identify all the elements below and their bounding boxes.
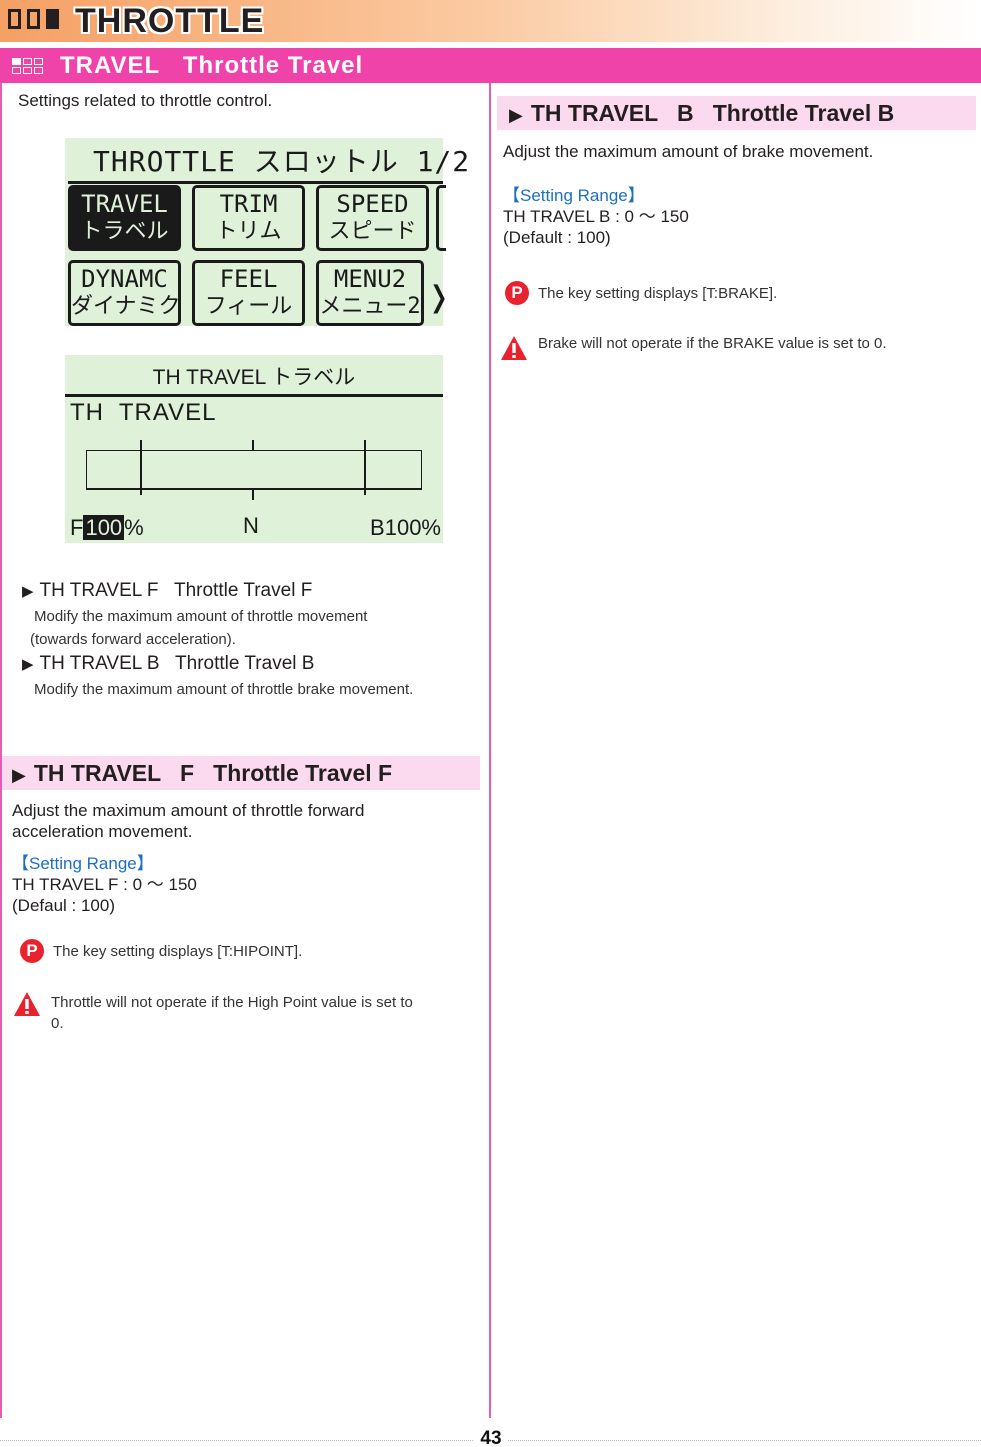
menu-button-trim[interactable]: TRIM トリム	[192, 185, 305, 251]
menu-button-label: FEEL	[219, 265, 278, 293]
section-title: TRAVEL Throttle Travel	[60, 52, 364, 79]
bullet-triangle-icon: ▶	[509, 105, 523, 125]
forward-travel-readout[interactable]: F100%	[70, 515, 144, 541]
menu-button-sublabel: トラベル	[80, 219, 169, 244]
neutral-label: N	[243, 513, 259, 538]
point-icon: P	[505, 281, 529, 305]
travel-f-range: 【Setting Range】 TH TRAVEL F : 0 〜 150 (D…	[12, 853, 482, 916]
range-title: 【Setting Range】	[503, 186, 645, 205]
lcd-menu-title: THROTTLE スロットル 1/2	[93, 145, 471, 178]
menu-button-partial[interactable]	[436, 185, 446, 251]
neutral-tick-top	[252, 440, 254, 450]
grid-cell-icon	[34, 58, 43, 65]
bullet-heading-text: TH TRAVEL B Throttle Travel B	[39, 653, 315, 674]
list-item-heading: ▶ TH TRAVEL F Throttle Travel F	[22, 578, 482, 605]
list-item-desc: Modify the maximum amount of throttle mo…	[22, 605, 482, 651]
lcd-divider	[65, 394, 443, 397]
grid-cell-icon	[23, 58, 32, 65]
page-number: 43	[474, 1428, 508, 1447]
list-item-heading: ▶ TH TRAVEL B Throttle Travel B	[22, 651, 482, 678]
lcd-divider	[68, 181, 443, 184]
square-filled-icon	[46, 9, 59, 29]
bullet-desc-line: Modify the maximum amount of throttle br…	[34, 681, 414, 698]
forward-prefix: F	[70, 515, 84, 540]
travel-f-marker	[140, 440, 142, 495]
list-item-desc: Modify the maximum amount of throttle br…	[22, 678, 482, 701]
square-outline-icon	[8, 9, 21, 29]
section-grid-icon	[12, 58, 43, 74]
next-page-arrow-icon[interactable]: ❭	[427, 278, 451, 318]
default-value: (Default : 100)	[503, 228, 611, 247]
travel-b-header: ▶ TH TRAVEL B Throttle Travel B	[497, 96, 976, 130]
travel-f-header: ▶ TH TRAVEL F Throttle Travel F	[2, 756, 480, 790]
grid-cell-icon	[34, 67, 43, 74]
default-value: (Defaul : 100)	[12, 896, 115, 915]
forward-suffix: %	[124, 515, 144, 540]
menu-button-sublabel: トリム	[215, 219, 282, 244]
function-list: ▶ TH TRAVEL F Throttle Travel F Modify th…	[22, 578, 482, 701]
menu-button-sublabel: フィール	[204, 294, 293, 319]
square-outline-icon	[27, 9, 40, 29]
menu-button-speed[interactable]: SPEED スピード	[316, 185, 429, 251]
travel-f-warning: Throttle will not operate if the High Po…	[51, 992, 483, 1034]
warning-icon	[501, 336, 527, 360]
warning-line: 0.	[51, 1015, 64, 1032]
menu-button-menu2[interactable]: MENU2 メニュー2	[316, 260, 424, 326]
warning-icon	[14, 992, 40, 1016]
travel-f-description: Adjust the maximum amount of throttle fo…	[12, 800, 482, 842]
brake-travel-readout: B100%	[370, 515, 441, 540]
bullet-triangle-icon: ▶	[22, 583, 34, 600]
grid-cell-icon	[12, 67, 21, 74]
travel-b-point-note: The key setting displays [T:BRAKE].	[538, 285, 778, 302]
lcd-travel-label: TH TRAVEL	[70, 399, 217, 426]
menu-button-label: SPEED	[336, 190, 409, 218]
chapter-header: THROTTLE	[0, 0, 981, 42]
travel-b-description: Adjust the maximum amount of brake movem…	[503, 142, 874, 161]
menu-button-sublabel: ダイナミク	[71, 294, 181, 319]
travel-b-warning: Brake will not operate if the BRAKE valu…	[538, 335, 887, 352]
bullet-triangle-icon: ▶	[12, 765, 26, 785]
chapter-title: THROTTLE	[75, 2, 265, 40]
range-title: 【Setting Range】	[12, 854, 154, 873]
grid-cell-filled-icon	[12, 58, 21, 65]
middle-column-divider	[489, 83, 491, 1418]
neutral-tick-bottom	[252, 490, 254, 500]
menu-button-label: MENU2	[333, 265, 407, 293]
menu-button-dynamc[interactable]: DYNAMC ダイナミク	[68, 260, 181, 326]
warning-line: Throttle will not operate if the High Po…	[51, 994, 413, 1011]
menu-button-label: TRIM	[219, 190, 278, 218]
range-value: TH TRAVEL F : 0 〜 150	[12, 875, 197, 894]
desc-line: Adjust the maximum amount of throttle fo…	[12, 801, 365, 820]
travel-bar	[86, 450, 422, 490]
travel-b-heading-text: TH TRAVEL B Throttle Travel B	[530, 100, 895, 126]
lcd-travel-title: TH TRAVEL トラベル	[152, 366, 356, 389]
menu-button-label: TRAVEL	[81, 190, 168, 218]
lcd-travel-screen: TH TRAVEL トラベル TH TRAVEL F100% N B100%	[65, 355, 443, 543]
intro-text: Settings related to throttle control.	[18, 91, 273, 110]
menu-button-travel[interactable]: TRAVEL トラベル	[68, 185, 181, 251]
point-icon: P	[20, 939, 44, 963]
menu-button-feel[interactable]: FEEL フィール	[192, 260, 305, 326]
bullet-desc-line: (towards forward acceleration).	[30, 631, 236, 648]
desc-line: acceleration movement.	[12, 822, 193, 841]
travel-b-marker	[364, 440, 366, 495]
menu-button-sublabel: メニュー2	[319, 294, 421, 319]
bullet-heading-text: TH TRAVEL F Throttle Travel F	[39, 580, 313, 601]
lcd-throttle-menu: THROTTLE スロットル 1/2 TRAVEL トラベル TRIM トリム …	[65, 138, 469, 326]
bullet-desc-line: Modify the maximum amount of throttle mo…	[34, 608, 368, 625]
chapter-squares-icon	[8, 9, 59, 29]
travel-f-point-note: The key setting displays [T:HIPOINT].	[53, 943, 303, 960]
travel-b-range: 【Setting Range】 TH TRAVEL B : 0 〜 150 (D…	[503, 185, 973, 248]
section-header: TRAVEL Throttle Travel	[0, 48, 981, 83]
left-column-divider	[0, 83, 2, 1418]
menu-button-label: DYNAMC	[81, 265, 168, 293]
menu-button-sublabel: スピード	[328, 219, 417, 244]
range-value: TH TRAVEL B : 0 〜 150	[503, 207, 689, 226]
travel-f-heading-text: TH TRAVEL F Throttle Travel F	[33, 760, 393, 786]
grid-cell-icon	[23, 67, 32, 74]
bullet-triangle-icon: ▶	[22, 656, 34, 673]
forward-value[interactable]: 100	[83, 515, 125, 540]
